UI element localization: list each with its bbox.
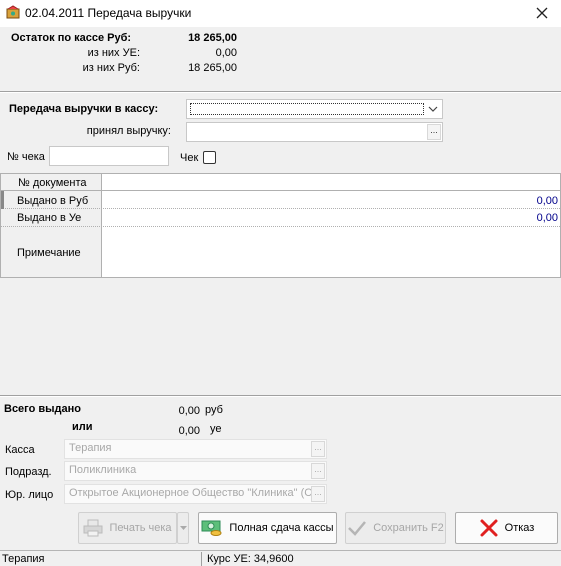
accepted-field[interactable]: ... — [186, 122, 443, 142]
status-divider — [201, 552, 202, 566]
combo-focus — [190, 103, 424, 115]
full-cash-handover-button[interactable]: Полная сдача кассы — [198, 512, 337, 544]
podrazd-field[interactable]: Поликлиника ... — [64, 461, 327, 481]
cross-icon — [480, 519, 498, 537]
balance-rub-value: 18 265,00 — [188, 62, 237, 74]
title-bar: 02.04.2011 Передача выручки — [0, 0, 561, 27]
grid-line — [1, 226, 560, 227]
status-rate: Курс УЕ: 34,9600 — [207, 553, 294, 565]
print-receipt-button[interactable]: Печать чека — [78, 512, 177, 544]
podrazd-value: Поликлиника — [69, 464, 137, 476]
money-icon — [201, 520, 222, 536]
balance-ue-label: из них УЕ: — [87, 47, 140, 59]
transfer-label: Передача выручки в кассу: — [9, 103, 159, 115]
receipt-number-input[interactable] — [49, 146, 169, 166]
save-button[interactable]: Сохранить F2 — [345, 512, 446, 544]
ellipsis-button[interactable]: ... — [311, 486, 325, 502]
document-grid: № документа Выдано в Руб 0,00 Выдано в У… — [0, 173, 561, 278]
printer-icon — [83, 519, 103, 537]
chevron-down-icon[interactable] — [426, 102, 440, 116]
balance-value: 18 265,00 — [188, 32, 237, 44]
jur-value: Открытое Акционерное Общество "Клиника" … — [69, 487, 313, 499]
kassa-field[interactable]: Терапия ... — [64, 439, 327, 459]
kassa-label: Касса — [5, 444, 35, 456]
window-title: 02.04.2011 Передача выручки — [25, 6, 192, 20]
grid-ue-label: Выдано в Уе — [17, 212, 82, 224]
jur-label: Юр. лицо — [5, 489, 54, 501]
grid-line — [1, 208, 560, 209]
grid-note-label: Примечание — [17, 247, 81, 259]
divider — [0, 395, 561, 397]
grid-rub-value[interactable]: 0,00 — [401, 195, 558, 207]
kassa-value: Терапия — [69, 442, 112, 454]
close-button[interactable] — [529, 2, 555, 24]
grid-line — [1, 190, 560, 191]
totals-rub-value: 0,00 — [178, 405, 200, 417]
check-label: Чек — [180, 152, 199, 164]
totals-label: Всего выдано — [4, 403, 82, 415]
podrazd-label: Подразд. — [5, 466, 52, 478]
full-cash-handover-label: Полная сдача кассы — [229, 522, 334, 534]
balance-ue-value: 0,00 — [215, 47, 237, 59]
transfer-combobox[interactable] — [186, 99, 443, 119]
totals-ue-unit: уе — [210, 423, 222, 435]
cancel-label: Отказ — [504, 522, 535, 534]
ellipsis-button[interactable]: ... — [311, 463, 325, 479]
grid-doc-label: № документа — [18, 177, 87, 189]
ellipsis-button[interactable]: ... — [311, 441, 325, 457]
totals-or-label: или — [72, 421, 93, 433]
balance-label: Остаток по кассе Руб: — [11, 32, 132, 44]
save-label: Сохранить F2 — [373, 522, 444, 534]
checkmark-icon — [348, 521, 367, 536]
close-icon — [536, 7, 548, 19]
check-checkbox[interactable] — [203, 151, 216, 164]
row-indicator — [1, 191, 4, 209]
print-dropdown-button[interactable] — [177, 512, 189, 544]
accepted-label: принял выручку: — [86, 125, 171, 137]
grid-ue-value[interactable]: 0,00 — [401, 212, 558, 224]
app-icon — [6, 5, 20, 19]
divider — [0, 91, 561, 93]
status-left: Терапия — [2, 553, 45, 565]
grid-rub-label: Выдано в Руб — [17, 195, 89, 207]
balance-rub-label: из них Руб: — [82, 62, 140, 74]
caret-down-icon — [179, 526, 187, 530]
totals-rub-unit: руб — [205, 404, 223, 416]
status-bar: Терапия Курс УЕ: 34,9600 — [0, 550, 561, 566]
jur-field[interactable]: Открытое Акционерное Общество "Клиника" … — [64, 484, 327, 504]
receipt-number-label: № чека — [7, 151, 45, 163]
print-receipt-label: Печать чека — [109, 522, 172, 534]
cancel-button[interactable]: Отказ — [455, 512, 558, 544]
ellipsis-button[interactable]: ... — [427, 124, 441, 140]
totals-ue-value: 0,00 — [178, 425, 200, 437]
